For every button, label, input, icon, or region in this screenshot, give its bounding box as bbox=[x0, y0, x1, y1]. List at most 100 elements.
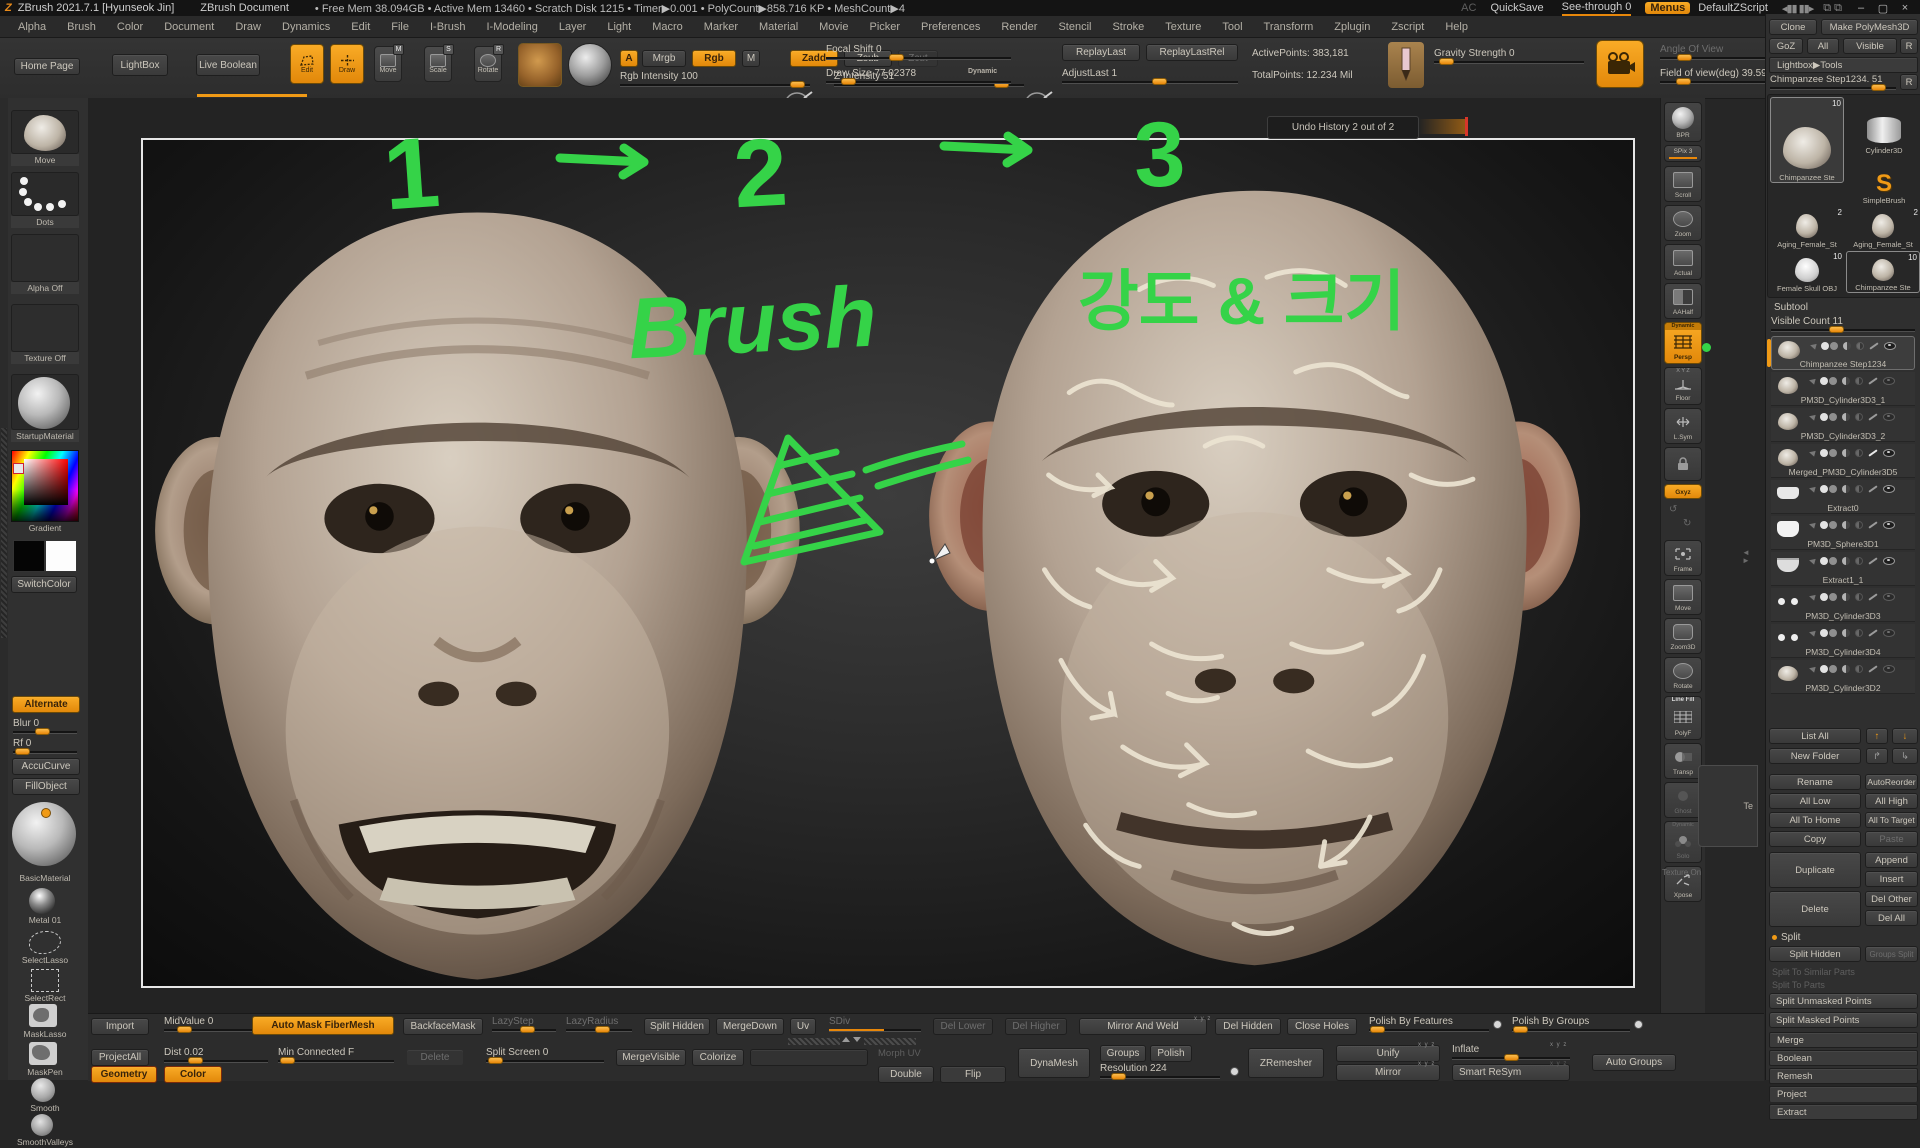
zoom3d-button[interactable]: Zoom3D bbox=[1664, 618, 1702, 654]
all-high-button[interactable]: All High bbox=[1865, 793, 1918, 809]
window-stack-icon[interactable]: ⧉ ⧉ bbox=[1823, 2, 1842, 15]
menu-preferences[interactable]: Preferences bbox=[921, 21, 980, 33]
scroll-button[interactable]: Scroll bbox=[1664, 166, 1702, 202]
del-other-button[interactable]: Del Other bbox=[1865, 891, 1918, 907]
goz-r-button[interactable]: R bbox=[1900, 38, 1918, 54]
minimize-button[interactable]: – bbox=[1850, 2, 1872, 14]
bpr-button[interactable]: BPR bbox=[1664, 102, 1702, 142]
aahalf-button[interactable]: AAHalf bbox=[1664, 283, 1702, 319]
new-folder-button[interactable]: New Folder bbox=[1769, 748, 1861, 764]
alpha-selector[interactable]: Alpha Off bbox=[11, 234, 79, 294]
move-up-button[interactable]: ↑ bbox=[1866, 728, 1888, 744]
all-to-home-button[interactable]: All To Home bbox=[1769, 812, 1861, 828]
import-button[interactable]: Import bbox=[91, 1018, 149, 1035]
blur-slider[interactable]: Blur 0 bbox=[13, 718, 77, 733]
menu-stroke[interactable]: Stroke bbox=[1112, 21, 1144, 33]
split-screen-slider[interactable]: Split Screen 0 bbox=[486, 1047, 604, 1062]
menu-marker[interactable]: Marker bbox=[704, 21, 738, 33]
zremesher-button[interactable]: ZRemesher bbox=[1248, 1048, 1324, 1078]
lock-button[interactable] bbox=[1664, 447, 1702, 481]
project-section[interactable]: Project bbox=[1769, 1086, 1918, 1102]
rename-button[interactable]: Rename bbox=[1769, 774, 1861, 790]
menu-picker[interactable]: Picker bbox=[869, 21, 900, 33]
solo-button[interactable]: Dynamic Solo bbox=[1664, 821, 1702, 863]
goz-button[interactable]: GoZ bbox=[1769, 38, 1803, 54]
persp-button[interactable]: Dynamic Persp bbox=[1664, 322, 1702, 364]
menu-light[interactable]: Light bbox=[607, 21, 631, 33]
menu-transform[interactable]: Transform bbox=[1264, 21, 1314, 33]
split-similar-button[interactable]: Split To Similar Parts bbox=[1772, 967, 1855, 977]
folder-down-icon[interactable]: ↳ bbox=[1892, 748, 1918, 764]
zoom-button[interactable]: Zoom bbox=[1664, 205, 1702, 241]
sdiv-up-arrow[interactable] bbox=[842, 1037, 850, 1042]
angle-of-view-slider[interactable]: Angle Of View bbox=[1660, 44, 1780, 59]
clone-button[interactable]: Clone bbox=[1769, 19, 1817, 35]
close-button[interactable]: × bbox=[1894, 2, 1916, 14]
main-color-swatch[interactable] bbox=[13, 540, 45, 572]
delete-button[interactable]: Delete bbox=[1769, 891, 1861, 927]
menu-edit[interactable]: Edit bbox=[351, 21, 370, 33]
undo-history-label[interactable]: Undo History 2 out of 2 bbox=[1267, 116, 1419, 139]
tool-thumb-cylinder[interactable]: Cylinder3D bbox=[1848, 97, 1920, 155]
min-connected-slider[interactable]: Min Connected F bbox=[278, 1047, 394, 1062]
see-through-slider[interactable]: See-through 0 bbox=[1562, 1, 1632, 16]
mirror-xyz[interactable]: x y z bbox=[1418, 1061, 1435, 1067]
rotate-cw-icon[interactable]: ↻ bbox=[1683, 518, 1691, 529]
live-boolean-button[interactable]: Live Boolean bbox=[196, 54, 260, 76]
polyframe-button[interactable]: Line Fill PolyF bbox=[1664, 696, 1702, 740]
mask-lasso-tool[interactable]: MaskLasso bbox=[11, 1004, 79, 1040]
uv-button[interactable]: Uv bbox=[790, 1018, 816, 1035]
tool-thumb-chimp2[interactable]: 10 Chimpanzee Ste bbox=[1846, 251, 1920, 293]
tray-divider-icon[interactable]: ◂▮▮ ▮▮▸ bbox=[1782, 2, 1813, 15]
auto-groups-button[interactable]: Auto Groups bbox=[1592, 1054, 1676, 1071]
dynamesh-button[interactable]: DynaMesh bbox=[1018, 1048, 1090, 1078]
gradient-label[interactable]: Gradient bbox=[11, 522, 79, 534]
split-to-parts-button[interactable]: Split To Parts bbox=[1772, 980, 1825, 990]
groups-split-button[interactable]: Groups Split bbox=[1865, 946, 1918, 962]
delete-bottom-button[interactable]: Delete bbox=[406, 1049, 464, 1066]
draw-button[interactable]: Draw bbox=[330, 44, 364, 84]
menu-file[interactable]: File bbox=[391, 21, 409, 33]
subtool-item-5[interactable]: PM3D_Sphere3D1 bbox=[1771, 516, 1915, 550]
inflate-xyz[interactable]: x y z bbox=[1550, 1042, 1567, 1048]
move-down-button[interactable]: ↓ bbox=[1892, 728, 1918, 744]
menu-macro[interactable]: Macro bbox=[652, 21, 683, 33]
rgb-toggle[interactable]: Rgb bbox=[692, 50, 736, 67]
smart-resym-xyz[interactable]: x y z bbox=[1550, 1061, 1567, 1067]
menu-draw[interactable]: Draw bbox=[235, 21, 261, 33]
sdiv-slider[interactable]: SDiv bbox=[829, 1016, 921, 1031]
sdiv-down-arrow[interactable] bbox=[853, 1037, 861, 1042]
fillobject-button[interactable]: FillObject bbox=[12, 778, 80, 795]
polish-button[interactable]: Polish bbox=[1150, 1045, 1192, 1062]
adjust-last-slider[interactable]: AdjustLast 1 bbox=[1062, 68, 1238, 83]
left-divider[interactable] bbox=[0, 98, 8, 1080]
morph-uv-button[interactable]: Morph UV bbox=[878, 1048, 921, 1059]
subtool-item-7[interactable]: PM3D_Cylinder3D3 bbox=[1771, 588, 1915, 622]
movie-camera-button[interactable] bbox=[1596, 40, 1644, 88]
menu-document[interactable]: Document bbox=[164, 21, 214, 33]
colorize-button[interactable]: Colorize bbox=[692, 1049, 744, 1066]
tool-thumb-simplebrush[interactable]: S SimpleBrush bbox=[1848, 157, 1920, 205]
gxyz-button[interactable]: Gxyz bbox=[1664, 484, 1702, 499]
menu-texture[interactable]: Texture bbox=[1165, 21, 1201, 33]
subtool-item-0[interactable]: Chimpanzee Step1234 bbox=[1771, 336, 1915, 370]
geometry-tab[interactable]: Geometry bbox=[91, 1066, 157, 1083]
tool-thumb-current[interactable]: 10 Chimpanzee Ste bbox=[1770, 97, 1844, 183]
subtool-item-9[interactable]: PM3D_Cylinder3D2 bbox=[1771, 660, 1915, 694]
basic-material[interactable]: BasicMaterial bbox=[11, 800, 79, 884]
all-to-target-button[interactable]: All To Target bbox=[1865, 812, 1918, 828]
replay-last-rel-button[interactable]: ReplayLastRel bbox=[1146, 44, 1238, 61]
menu-alpha[interactable]: Alpha bbox=[18, 21, 46, 33]
unlabeled-field[interactable] bbox=[750, 1049, 868, 1066]
merge-visible-button[interactable]: MergeVisible bbox=[616, 1049, 686, 1066]
split-masked-button[interactable]: Split Masked Points bbox=[1769, 1012, 1918, 1028]
select-lasso-tool[interactable]: SelectLasso bbox=[11, 930, 79, 966]
mask-pen-tool[interactable]: MaskPen bbox=[11, 1042, 79, 1078]
copy-button[interactable]: Copy bbox=[1769, 831, 1861, 847]
resolution-slider[interactable]: Resolution 224 bbox=[1100, 1063, 1220, 1078]
tool-thumb-aging1[interactable]: 2 Aging_Female_St bbox=[1770, 207, 1844, 249]
polish-by-groups-slider[interactable]: Polish By Groups bbox=[1512, 1016, 1630, 1031]
split-hidden-bottom-button[interactable]: Split Hidden bbox=[644, 1018, 710, 1035]
focal-shift-slider2[interactable]: Focal Shift 0 bbox=[826, 44, 1011, 59]
double-button[interactable]: Double bbox=[878, 1066, 934, 1083]
